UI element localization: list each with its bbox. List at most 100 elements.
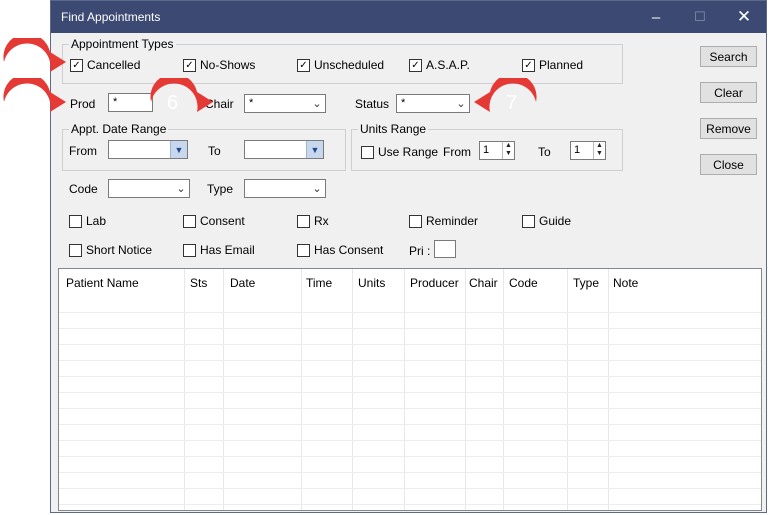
check-icon: ✓ [522,58,535,72]
has-email-checkbox[interactable]: Has Email [183,243,255,257]
checkbox-box [297,214,310,228]
row-divider [59,440,761,441]
cancelled-checkbox[interactable]: ✓ Cancelled [70,58,140,72]
units-to-stepper[interactable]: 1 ▲ ▼ [570,141,606,160]
row-divider [59,472,761,473]
callout-marker-6: 6 [150,78,213,114]
chevron-down-icon: ⌄ [312,98,322,110]
column-header[interactable]: Time [306,276,332,290]
column-header[interactable]: Note [613,276,638,290]
date-from-label: From [69,144,97,158]
appointment-types-label: Appointment Types [69,37,176,51]
row-divider [59,312,761,313]
units-from-stepper[interactable]: 1 ▲ ▼ [479,141,515,160]
checkbox-label: Use Range [378,145,439,159]
units-to-label: To [538,145,551,159]
callout-number: 6 [167,92,178,114]
checkbox-box [69,243,82,257]
column-header[interactable]: Chair [469,276,498,290]
callout-shape [150,78,213,112]
row-divider [59,424,761,425]
status-select[interactable]: * ⌄ [396,94,470,113]
title-bar: Find Appointments – ☐ ✕ [51,1,766,33]
date-to-label: To [208,144,221,158]
reminder-checkbox[interactable]: Reminder [409,214,478,228]
consent-checkbox[interactable]: Consent [183,214,245,228]
asap-checkbox[interactable]: ✓ A.S.A.P. [409,58,470,72]
status-value: * [401,97,406,109]
row-divider [59,344,761,345]
type-label: Type [207,182,234,196]
column-header[interactable]: Date [230,276,255,290]
date-from-picker[interactable]: ▼ [108,140,188,159]
minimize-icon[interactable]: – [633,1,679,33]
column-header[interactable]: Producer [410,276,459,290]
checkbox-box [297,243,310,257]
callout-number: 7 [506,92,517,114]
date-to-picker[interactable]: ▼ [244,140,324,159]
checkbox-label: Unscheduled [314,58,385,72]
callout-shape [3,38,66,72]
callout-marker-5: 5 [3,78,66,114]
chevron-down-icon[interactable]: ▼ [306,141,323,158]
check-icon: ✓ [409,58,422,72]
clear-button[interactable]: Clear [700,82,757,103]
arrow-down-icon[interactable]: ▼ [594,150,605,158]
pri-input[interactable] [434,240,456,258]
checkbox-box [183,214,196,228]
row-divider [59,408,761,409]
type-select[interactable]: ⌄ [244,179,326,198]
rx-checkbox[interactable]: Rx [297,214,329,228]
search-button[interactable]: Search [700,46,757,67]
column-divider [608,269,609,510]
no-shows-checkbox[interactable]: ✓ No-Shows [183,58,255,72]
chevron-down-icon[interactable]: ▼ [170,141,187,158]
column-header[interactable]: Type [573,276,599,290]
row-divider [59,488,761,489]
arrow-up-icon[interactable]: ▲ [594,142,605,150]
checkbox-box [183,243,196,257]
maximize-icon[interactable]: ☐ [677,1,723,33]
checkbox-label: Lab [86,214,107,228]
prod-value: * [113,96,118,108]
has-consent-checkbox[interactable]: Has Consent [297,243,383,257]
row-divider [59,392,761,393]
row-divider [59,376,761,377]
callout-number: 4 [20,52,31,74]
callout-number: 5 [20,92,31,114]
checkbox-box [69,214,82,228]
row-divider [59,456,761,457]
column-header[interactable]: Units [358,276,385,290]
remove-button[interactable]: Remove [700,118,757,139]
callout-shape [3,78,66,112]
use-range-checkbox[interactable]: Use Range [361,145,438,159]
column-header[interactable]: Code [509,276,538,290]
results-grid[interactable]: Patient Name Sts Date Time Units Produce… [58,268,762,511]
lab-checkbox[interactable]: Lab [69,214,106,228]
checkbox-label: Reminder [426,214,479,228]
chevron-down-icon: ⌄ [312,183,322,195]
status-label: Status [355,97,390,111]
checkbox-box [409,214,422,228]
chair-select[interactable]: * ⌄ [244,94,326,113]
checkbox-label: Has Email [200,243,255,257]
chair-value: * [249,97,254,109]
code-select[interactable]: ⌄ [108,179,190,198]
unscheduled-checkbox[interactable]: ✓ Unscheduled [297,58,384,72]
pri-label: Pri : [409,244,431,258]
check-icon: ✓ [183,58,196,72]
short-notice-checkbox[interactable]: Short Notice [69,243,152,257]
code-label: Code [69,182,98,196]
column-header[interactable]: Sts [190,276,207,290]
window-title: Find Appointments [61,10,161,24]
close-icon[interactable]: ✕ [721,1,767,33]
arrow-down-icon[interactable]: ▼ [503,150,514,158]
guide-checkbox[interactable]: Guide [522,214,571,228]
column-header[interactable]: Patient Name [66,276,139,290]
checkbox-label: Short Notice [86,243,153,257]
find-appointments-window: Find Appointments – ☐ ✕ Appointment Type… [50,0,767,513]
planned-checkbox[interactable]: ✓ Planned [522,58,583,72]
row-divider [59,328,761,329]
close-button[interactable]: Close [700,154,757,175]
arrow-up-icon[interactable]: ▲ [503,142,514,150]
